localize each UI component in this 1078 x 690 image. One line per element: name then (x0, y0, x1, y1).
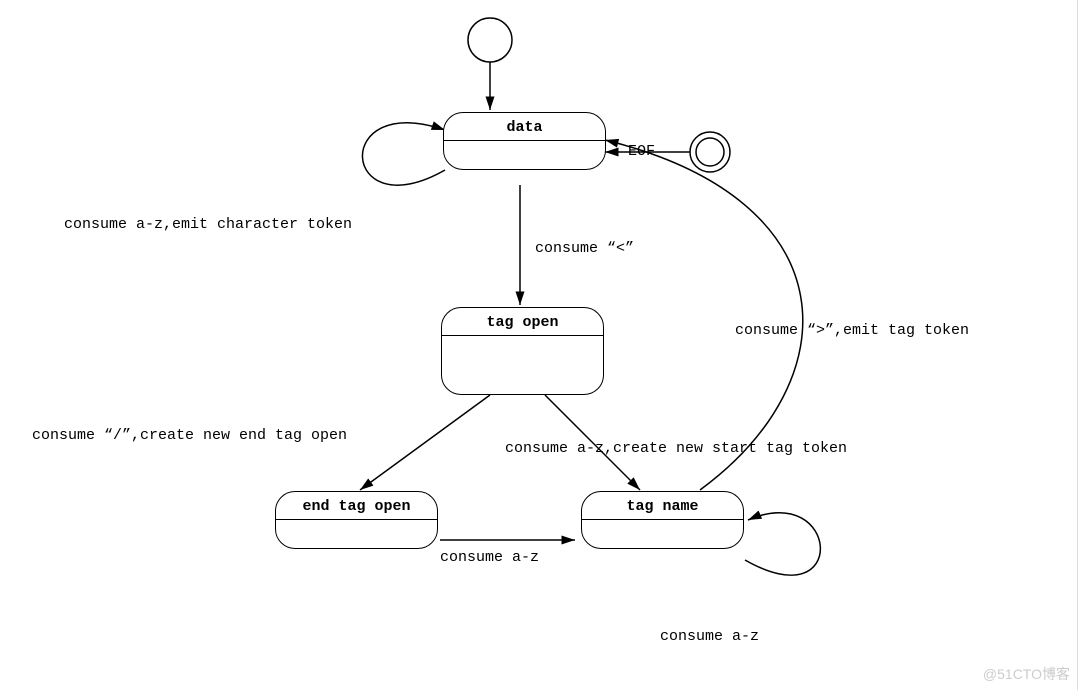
state-end-tag-open-body (276, 520, 437, 548)
label-consume-slash: consume “/”,create new end tag open (32, 427, 347, 444)
state-tag-name-body (582, 520, 743, 548)
state-data-title: data (444, 113, 605, 141)
label-consume-gt: consume “>”,emit tag token (735, 322, 969, 339)
watermark: @51CTO博客 (983, 664, 1070, 684)
label-consume-az-loop: consume a-z (660, 628, 759, 645)
label-consume-az: consume a-z (440, 549, 539, 566)
state-tag-name: tag name (581, 491, 744, 549)
state-end-tag-open: end tag open (275, 491, 438, 549)
state-tag-open: tag open (441, 307, 604, 395)
label-consume-char: consume a-z,emit character token (64, 216, 352, 233)
state-data-body (444, 141, 605, 169)
state-tag-name-title: tag name (582, 492, 743, 520)
state-tag-open-body (442, 336, 603, 390)
state-data: data (443, 112, 606, 170)
label-eof: EOF (628, 143, 655, 160)
label-consume-lt: consume “<” (535, 240, 634, 257)
state-end-tag-open-title: end tag open (276, 492, 437, 520)
label-consume-az-start: consume a-z,create new start tag token (505, 440, 847, 457)
state-tag-open-title: tag open (442, 308, 603, 336)
